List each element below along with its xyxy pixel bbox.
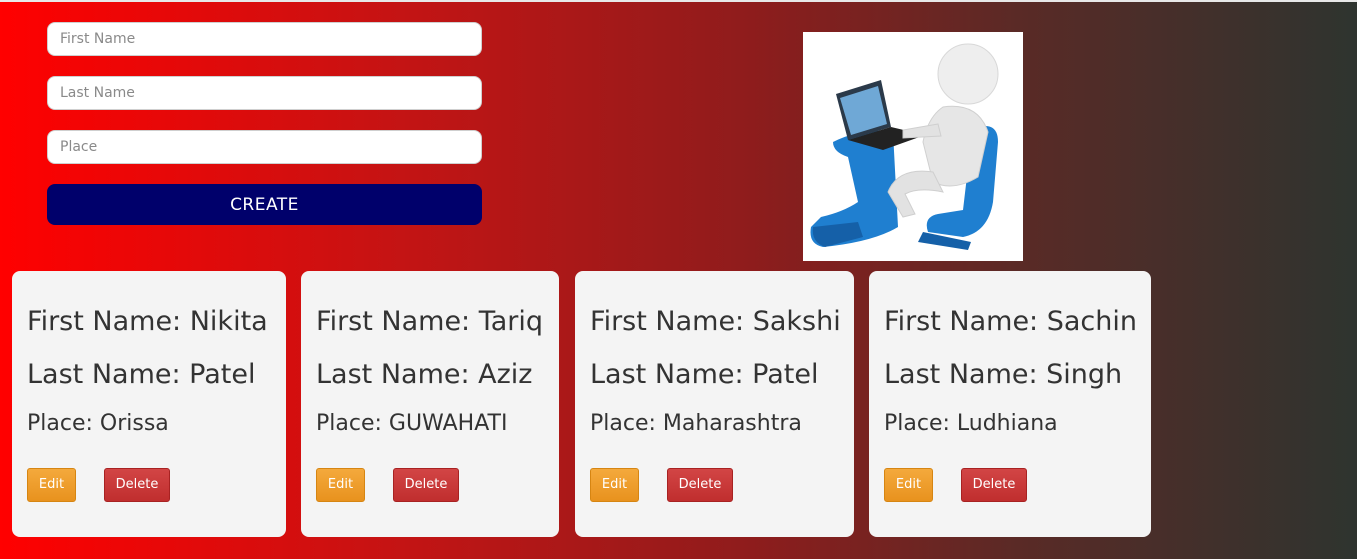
- card-first-name: First Name: Sakshi: [590, 306, 841, 337]
- delete-button[interactable]: Delete: [104, 468, 170, 502]
- card-place: Place: Ludhiana: [884, 411, 1058, 436]
- edit-button[interactable]: Edit: [316, 468, 365, 502]
- first-name-input[interactable]: [47, 22, 482, 56]
- last-name-input[interactable]: [47, 76, 482, 110]
- person-card: First Name: Sakshi Last Name: Patel Plac…: [575, 271, 854, 537]
- card-place: Place: GUWAHATI: [316, 411, 508, 436]
- person-card: First Name: Sachin Last Name: Singh Plac…: [869, 271, 1151, 537]
- card-first-name: First Name: Sachin: [884, 306, 1137, 337]
- delete-button[interactable]: Delete: [393, 468, 459, 502]
- place-input[interactable]: [47, 130, 482, 164]
- top-border: [0, 0, 1357, 2]
- card-last-name: Last Name: Aziz: [316, 359, 533, 390]
- card-last-name: Last Name: Singh: [884, 359, 1123, 390]
- edit-button[interactable]: Edit: [884, 468, 933, 502]
- card-first-name: First Name: Nikita: [27, 306, 268, 337]
- card-last-name: Last Name: Patel: [27, 359, 256, 390]
- card-place: Place: Orissa: [27, 411, 169, 436]
- card-place: Place: Maharashtra: [590, 411, 802, 436]
- card-first-name: First Name: Tariq: [316, 306, 544, 337]
- card-last-name: Last Name: Patel: [590, 359, 819, 390]
- create-person-form: CREATE: [47, 22, 482, 225]
- delete-button[interactable]: Delete: [667, 468, 733, 502]
- edit-button[interactable]: Edit: [27, 468, 76, 502]
- create-button[interactable]: CREATE: [47, 184, 482, 225]
- person-at-laptop-icon: [803, 32, 1023, 261]
- person-card: First Name: Tariq Last Name: Aziz Place:…: [301, 271, 559, 537]
- edit-button[interactable]: Edit: [590, 468, 639, 502]
- person-card: First Name: Nikita Last Name: Patel Plac…: [12, 271, 286, 537]
- delete-button[interactable]: Delete: [961, 468, 1027, 502]
